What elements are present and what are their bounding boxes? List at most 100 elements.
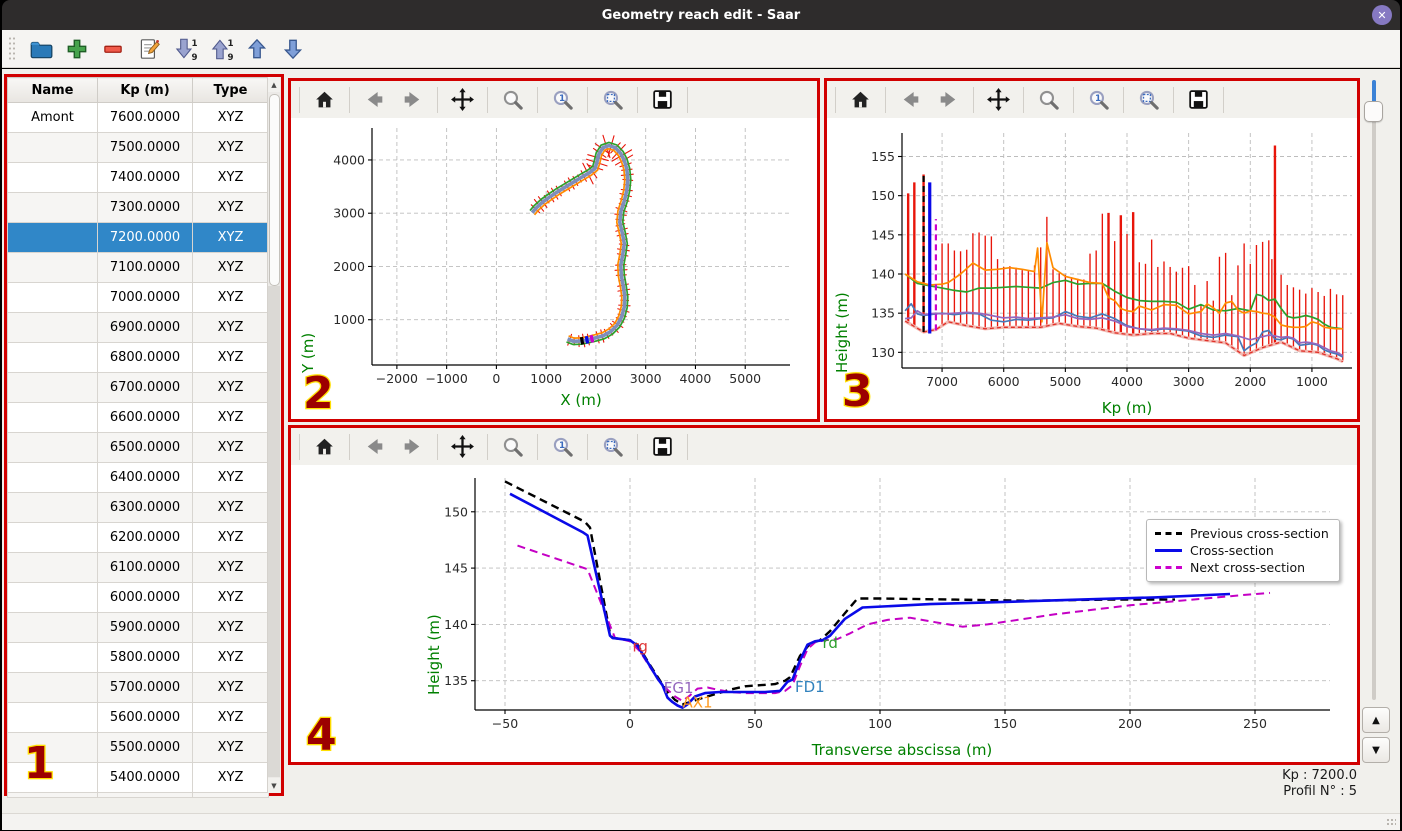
table-cell[interactable]: XYZ <box>192 432 269 463</box>
table-cell[interactable]: Amont <box>7 102 98 133</box>
zoom-button[interactable] <box>499 86 526 113</box>
forward-button[interactable] <box>399 86 426 113</box>
table-cell[interactable] <box>7 702 98 733</box>
table-cell[interactable]: 6000.0000 <box>97 582 193 613</box>
table-cell[interactable] <box>7 132 98 163</box>
table-cell[interactable]: 7100.0000 <box>97 252 193 283</box>
home-button[interactable] <box>847 86 874 113</box>
table-cell[interactable]: 7600.0000 <box>97 102 193 133</box>
table-cell[interactable]: XYZ <box>192 252 269 283</box>
table-cell[interactable]: 6500.0000 <box>97 432 193 463</box>
table-cell[interactable]: XYZ <box>192 612 269 643</box>
table-row[interactable]: 6100.0000 XYZ <box>7 552 269 583</box>
table-cell[interactable]: XYZ <box>192 642 269 673</box>
table-row[interactable]: 7500.0000 XYZ <box>7 132 269 163</box>
table-row[interactable]: 7400.0000 XYZ <box>7 162 269 193</box>
table-row[interactable]: 6900.0000 XYZ <box>7 312 269 343</box>
table-row[interactable]: Amont 7600.0000 XYZ <box>7 102 269 133</box>
table-cell[interactable]: XYZ <box>192 732 269 763</box>
table-cell[interactable]: 5700.0000 <box>97 672 193 703</box>
table-cell[interactable]: 7000.0000 <box>97 282 193 313</box>
table-row[interactable]: 6700.0000 XYZ <box>7 372 269 403</box>
scrollbar-up-button[interactable]: ▲ <box>268 77 280 92</box>
table-row[interactable]: 6400.0000 XYZ <box>7 462 269 493</box>
table-cell[interactable]: XYZ <box>192 552 269 583</box>
table-cell[interactable]: XYZ <box>192 702 269 733</box>
titlebar[interactable]: Geometry reach edit - Saar ✕ <box>2 0 1400 30</box>
table-row[interactable]: 6200.0000 XYZ <box>7 522 269 553</box>
toolbar-drag-handle[interactable] <box>8 35 16 62</box>
table-cell[interactable]: 5500.0000 <box>97 732 193 763</box>
table-row[interactable]: 5900.0000 XYZ <box>7 612 269 643</box>
table-row[interactable]: 7000.0000 XYZ <box>7 282 269 313</box>
table-cell[interactable]: XYZ <box>192 342 269 373</box>
table-cell[interactable] <box>7 612 98 643</box>
table-cell[interactable] <box>7 192 98 223</box>
table-row[interactable]: 6000.0000 XYZ <box>7 582 269 613</box>
table-cell[interactable] <box>7 642 98 673</box>
scrollbar-down-button[interactable]: ▼ <box>268 778 280 793</box>
table-cell[interactable]: 6200.0000 <box>97 522 193 553</box>
table-cell[interactable]: XYZ <box>192 312 269 343</box>
zoom-button[interactable] <box>499 433 526 460</box>
open-button[interactable] <box>28 36 54 62</box>
table-row[interactable]: 6600.0000 XYZ <box>7 402 269 433</box>
sort-descending-button[interactable]: 1 9 <box>172 36 198 62</box>
table-cell[interactable]: XYZ <box>192 492 269 523</box>
table-cell[interactable] <box>7 582 98 613</box>
table-cell[interactable]: 6400.0000 <box>97 462 193 493</box>
table-cell[interactable]: 7400.0000 <box>97 162 193 193</box>
table-cell[interactable]: 6600.0000 <box>97 402 193 433</box>
zoom-one-button[interactable]: 1 <box>1085 86 1112 113</box>
table-cell[interactable] <box>7 672 98 703</box>
add-button[interactable] <box>64 36 90 62</box>
table-cell[interactable]: 5400.0000 <box>97 762 193 793</box>
table-cell[interactable]: 6900.0000 <box>97 312 193 343</box>
table-cell[interactable]: XYZ <box>192 762 269 793</box>
table-cell[interactable]: XYZ <box>192 132 269 163</box>
table-cell[interactable] <box>7 552 98 583</box>
table-cell[interactable]: XYZ <box>192 162 269 193</box>
table-cell[interactable]: XYZ <box>192 222 269 253</box>
table-cell[interactable]: 6700.0000 <box>97 372 193 403</box>
table-cell[interactable]: 7200.0000 <box>97 222 193 253</box>
zoom-fit-button[interactable] <box>599 86 626 113</box>
next-profile-button[interactable]: ▼ <box>1362 737 1390 763</box>
table-cell[interactable] <box>7 252 98 283</box>
table-cell[interactable]: 5900.0000 <box>97 612 193 643</box>
resize-grip[interactable] <box>1386 818 1396 827</box>
table-cell[interactable] <box>7 282 98 313</box>
close-button[interactable]: ✕ <box>1372 5 1392 25</box>
zoom-one-button[interactable]: 1 <box>549 433 576 460</box>
table-cell[interactable] <box>7 462 98 493</box>
sort-ascending-button[interactable]: 1 9 <box>208 36 234 62</box>
table-cell[interactable]: 7300.0000 <box>97 192 193 223</box>
table-cell[interactable]: XYZ <box>192 582 269 613</box>
previous-profile-button[interactable]: ▲ <box>1362 707 1390 733</box>
table-cell[interactable] <box>7 372 98 403</box>
table-scrollbar[interactable]: ▲ ▼ <box>267 77 281 793</box>
table-cell[interactable]: XYZ <box>192 672 269 703</box>
table-cell[interactable]: 6100.0000 <box>97 552 193 583</box>
pan-button[interactable] <box>449 433 476 460</box>
table-cell[interactable]: XYZ <box>192 522 269 553</box>
table-row[interactable]: 5600.0000 XYZ <box>7 702 269 733</box>
save-button[interactable] <box>1185 86 1212 113</box>
home-button[interactable] <box>311 433 338 460</box>
profile-chart-canvas[interactable]: 7000 6000 5000 4000 3000 2000 1000 130 135 140 145… <box>827 118 1357 419</box>
table-cell[interactable]: 5600.0000 <box>97 702 193 733</box>
table-row[interactable]: 7300.0000 XYZ <box>7 192 269 223</box>
table-cell[interactable] <box>7 342 98 373</box>
edit-button[interactable] <box>136 36 162 62</box>
profile-slider-track[interactable] <box>1372 80 1376 700</box>
pan-button[interactable] <box>449 86 476 113</box>
table-cell[interactable] <box>7 432 98 463</box>
table-row[interactable]: 6800.0000 XYZ <box>7 342 269 373</box>
table-cell[interactable]: XYZ <box>192 282 269 313</box>
forward-button[interactable] <box>399 433 426 460</box>
table-row[interactable]: 5800.0000 XYZ <box>7 642 269 673</box>
table-cell[interactable] <box>7 522 98 553</box>
table-row[interactable]: 6300.0000 XYZ <box>7 492 269 523</box>
table-row[interactable]: 7200.0000 XYZ <box>7 222 269 253</box>
table-cell[interactable] <box>7 402 98 433</box>
